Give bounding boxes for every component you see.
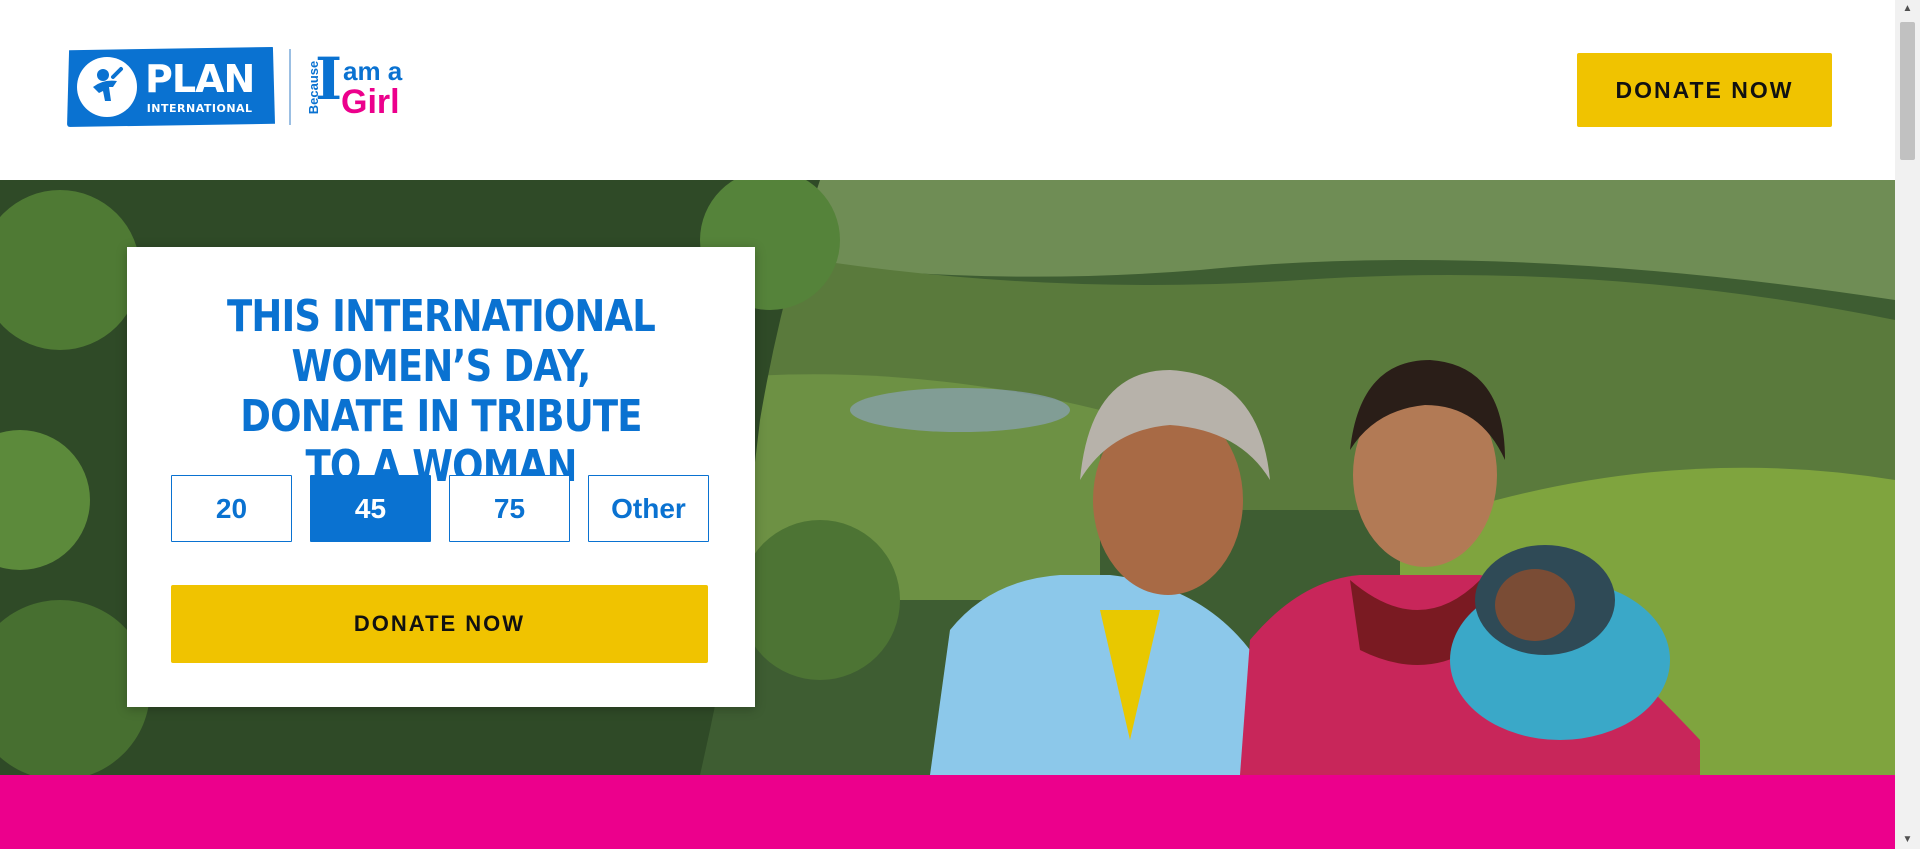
- amount-option-75[interactable]: 75: [449, 475, 570, 542]
- scrollbar-thumb[interactable]: [1900, 22, 1915, 160]
- plan-word: PLAN: [145, 57, 255, 101]
- plan-wordmark: PLAN INTERNATIONAL: [145, 57, 255, 115]
- header-donate-button[interactable]: DONATE NOW: [1577, 53, 1832, 127]
- biag-girl: Girl: [341, 83, 400, 121]
- plan-logo-badge: PLAN INTERNATIONAL: [67, 47, 275, 127]
- amount-option-45[interactable]: 45: [310, 475, 431, 542]
- page-scrollbar[interactable]: ▲ ▼: [1895, 0, 1920, 849]
- plan-child-icon: [77, 57, 137, 117]
- amount-option-20[interactable]: 20: [171, 475, 292, 542]
- donation-card: THIS INTERNATIONAL WOMEN’S DAY, DONATE I…: [127, 247, 755, 707]
- card-donate-button[interactable]: DONATE NOW: [171, 585, 708, 663]
- plan-sub: INTERNATIONAL: [146, 102, 253, 115]
- pink-banner: [0, 775, 1895, 849]
- logo-divider: [289, 49, 291, 125]
- biag-i: I: [315, 45, 343, 113]
- amount-option-other[interactable]: Other: [588, 475, 709, 542]
- page: PLAN INTERNATIONAL Because I am a Girl D…: [0, 0, 1895, 849]
- because-i-am-a-girl-logo: Because I am a Girl: [303, 45, 413, 122]
- hero-section: THIS INTERNATIONAL WOMEN’S DAY, DONATE I…: [0, 180, 1895, 775]
- plan-international-logo[interactable]: PLAN INTERNATIONAL Because I am a Girl: [67, 47, 413, 127]
- donation-card-title: THIS INTERNATIONAL WOMEN’S DAY, DONATE I…: [226, 291, 656, 492]
- scroll-down-arrow-icon[interactable]: ▼: [1895, 831, 1920, 849]
- amount-options: 20 45 75 Other: [171, 475, 709, 542]
- biag-am-a: am a: [343, 56, 403, 86]
- scroll-up-arrow-icon[interactable]: ▲: [1895, 0, 1920, 18]
- site-header: PLAN INTERNATIONAL Because I am a Girl D…: [0, 0, 1895, 180]
